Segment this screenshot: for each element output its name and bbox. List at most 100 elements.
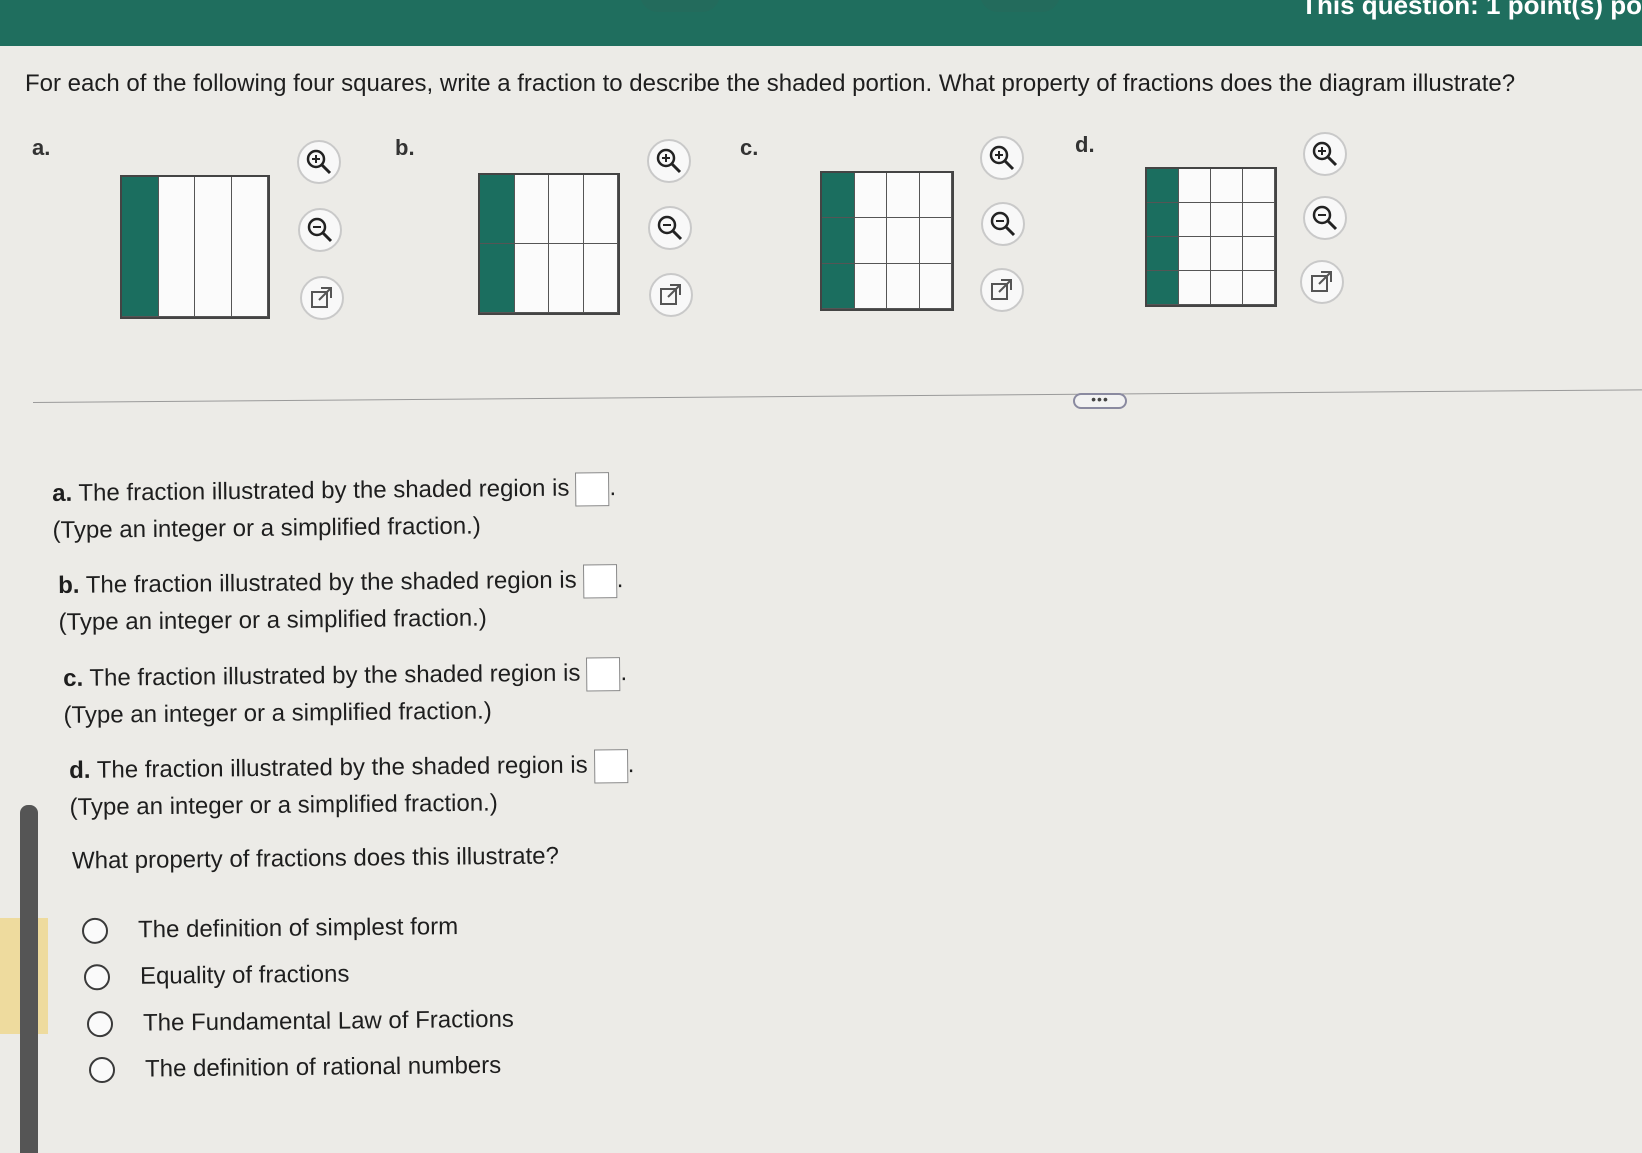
- shaded-cell: [1147, 203, 1179, 237]
- shaded-cell: [1147, 169, 1179, 203]
- zoom-out-icon: [307, 217, 333, 243]
- option-fundamental-law[interactable]: The Fundamental Law of Fractions: [86, 1005, 514, 1038]
- zoom-out-button[interactable]: [1303, 196, 1347, 240]
- radio-button[interactable]: [83, 964, 111, 991]
- grid-cell: [887, 173, 920, 219]
- part-a-letter: a.: [52, 479, 73, 507]
- option-label: Equality of fractions: [139, 960, 350, 990]
- grid-cell: [854, 263, 887, 309]
- answer-c-input[interactable]: [586, 656, 621, 692]
- zoom-in-button[interactable]: [980, 136, 1024, 180]
- option-label: The Fundamental Law of Fractions: [142, 1005, 514, 1037]
- radio-button[interactable]: [88, 1056, 116, 1084]
- figure-b-letter: b.: [395, 135, 415, 160]
- part-d: d. The fraction illustrated by the shade…: [69, 746, 635, 826]
- zoom-in-button[interactable]: [1303, 132, 1347, 176]
- radio-button[interactable]: [86, 1010, 114, 1038]
- part-b-hint: (Type an integer or a simplified fractio…: [58, 604, 487, 636]
- grid-cell: [549, 244, 584, 313]
- radio-button[interactable]: [81, 917, 109, 944]
- part-b-letter: b.: [58, 571, 80, 599]
- grid-cell: [1211, 169, 1243, 203]
- option-simplest-form[interactable]: The definition of simplest form: [81, 913, 458, 945]
- popout-button[interactable]: [1300, 260, 1344, 304]
- figure-a-letter: a.: [32, 135, 51, 160]
- zoom-out-button[interactable]: [981, 202, 1025, 246]
- part-d-hint: (Type an integer or a simplified fractio…: [69, 789, 498, 821]
- answer-b-input[interactable]: [582, 563, 617, 599]
- figure-d-letter: d.: [1075, 132, 1095, 157]
- zoom-out-button[interactable]: [648, 206, 692, 250]
- shaded-cell: [822, 173, 855, 219]
- scroll-indicator[interactable]: [20, 805, 38, 1153]
- question-prompt: For each of the following four squares, …: [25, 70, 1516, 97]
- header-tab-shape: [980, 0, 1060, 12]
- zoom-in-icon: [1312, 141, 1338, 167]
- grid-cell: [158, 177, 195, 317]
- grid-cell: [887, 218, 920, 264]
- grid-cell: [854, 173, 887, 219]
- top-header-bar: This question: 1 point(s) po: [0, 0, 1642, 46]
- part-a-text: The fraction illustrated by the shaded r…: [78, 474, 570, 507]
- property-question: What property of fractions does this ill…: [71, 842, 560, 875]
- grid-cell: [1243, 237, 1275, 271]
- external-link-icon: [991, 279, 1012, 300]
- grid-cell: [1179, 271, 1211, 305]
- figure-a-grid: [120, 175, 270, 319]
- part-c-letter: c.: [63, 664, 84, 692]
- zoom-out-icon: [1312, 205, 1338, 231]
- grid-cell: [549, 175, 584, 244]
- zoom-in-icon: [306, 149, 332, 175]
- grid-cell: [1211, 203, 1243, 237]
- grid-cell: [1211, 271, 1243, 305]
- part-a: a. The fraction illustrated by the shade…: [52, 469, 617, 549]
- grid-cell: [1179, 203, 1211, 237]
- grid-cell: [919, 218, 952, 264]
- zoom-out-button[interactable]: [298, 208, 342, 252]
- zoom-out-icon: [657, 215, 683, 241]
- zoom-in-button[interactable]: [647, 139, 691, 183]
- part-b: b. The fraction illustrated by the shade…: [58, 561, 624, 641]
- section-divider: [33, 389, 1642, 403]
- popout-button[interactable]: [300, 276, 344, 320]
- answer-a-input[interactable]: [575, 471, 610, 507]
- grid-cell: [919, 263, 952, 309]
- popout-button[interactable]: [980, 268, 1024, 312]
- part-c-hint: (Type an integer or a simplified fractio…: [63, 697, 492, 729]
- part-a-hint: (Type an integer or a simplified fractio…: [52, 512, 481, 544]
- external-link-icon: [660, 284, 681, 305]
- grid-cell: [1179, 237, 1211, 271]
- option-rational-numbers[interactable]: The definition of rational numbers: [88, 1051, 502, 1084]
- more-options-button[interactable]: •••: [1073, 392, 1127, 409]
- shaded-cell: [1147, 271, 1179, 305]
- external-link-icon: [1311, 271, 1332, 292]
- shaded-cell: [822, 263, 855, 309]
- external-link-icon: [311, 287, 332, 308]
- part-b-text: The fraction illustrated by the shaded r…: [85, 566, 577, 599]
- zoom-in-icon: [989, 145, 1015, 171]
- figure-d-grid: [1145, 167, 1277, 307]
- grid-cell: [514, 175, 549, 244]
- option-label: The definition of rational numbers: [144, 1051, 502, 1083]
- zoom-out-icon: [990, 211, 1016, 237]
- header-tab-shape: [640, 0, 720, 12]
- option-equality-of-fractions[interactable]: Equality of fractions: [83, 960, 350, 992]
- grid-cell: [231, 177, 268, 317]
- shaded-cell: [822, 218, 855, 264]
- grid-cell: [854, 218, 887, 264]
- grid-cell: [919, 173, 952, 219]
- shaded-cell: [1147, 237, 1179, 271]
- grid-cell: [1243, 203, 1275, 237]
- zoom-in-button[interactable]: [297, 140, 341, 184]
- shaded-cell: [480, 244, 515, 313]
- grid-cell: [583, 244, 618, 313]
- part-d-text: The fraction illustrated by the shaded r…: [96, 751, 588, 784]
- shaded-cell: [480, 175, 515, 244]
- grid-cell: [1243, 169, 1275, 203]
- zoom-in-icon: [656, 148, 682, 174]
- answer-d-input[interactable]: [593, 748, 628, 784]
- grid-cell: [1211, 237, 1243, 271]
- grid-cell: [514, 244, 549, 313]
- popout-button[interactable]: [649, 273, 693, 317]
- figure-c-grid: [820, 171, 954, 311]
